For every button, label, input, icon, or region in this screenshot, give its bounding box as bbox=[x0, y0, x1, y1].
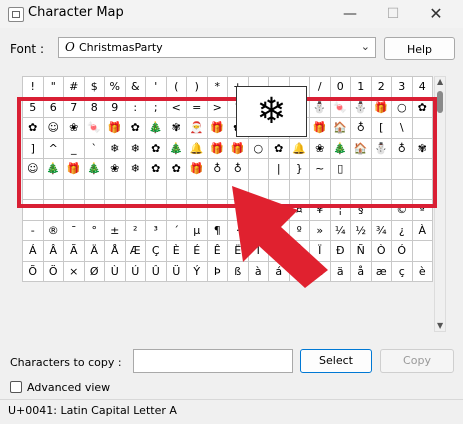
characters-to-copy-field[interactable] bbox=[133, 349, 293, 373]
status-text: U+0041: Latin Capital Letter A bbox=[8, 404, 177, 417]
select-button[interactable]: Select bbox=[300, 349, 372, 373]
advanced-view-checkbox[interactable] bbox=[10, 381, 22, 393]
arrow-shape bbox=[232, 186, 328, 288]
advanced-view-label: Advanced view bbox=[27, 381, 111, 394]
status-bar: U+0041: Latin Capital Letter A bbox=[0, 399, 463, 424]
characters-to-copy-label: Characters to copy : bbox=[10, 356, 122, 369]
copy-button[interactable]: Copy bbox=[380, 349, 454, 373]
